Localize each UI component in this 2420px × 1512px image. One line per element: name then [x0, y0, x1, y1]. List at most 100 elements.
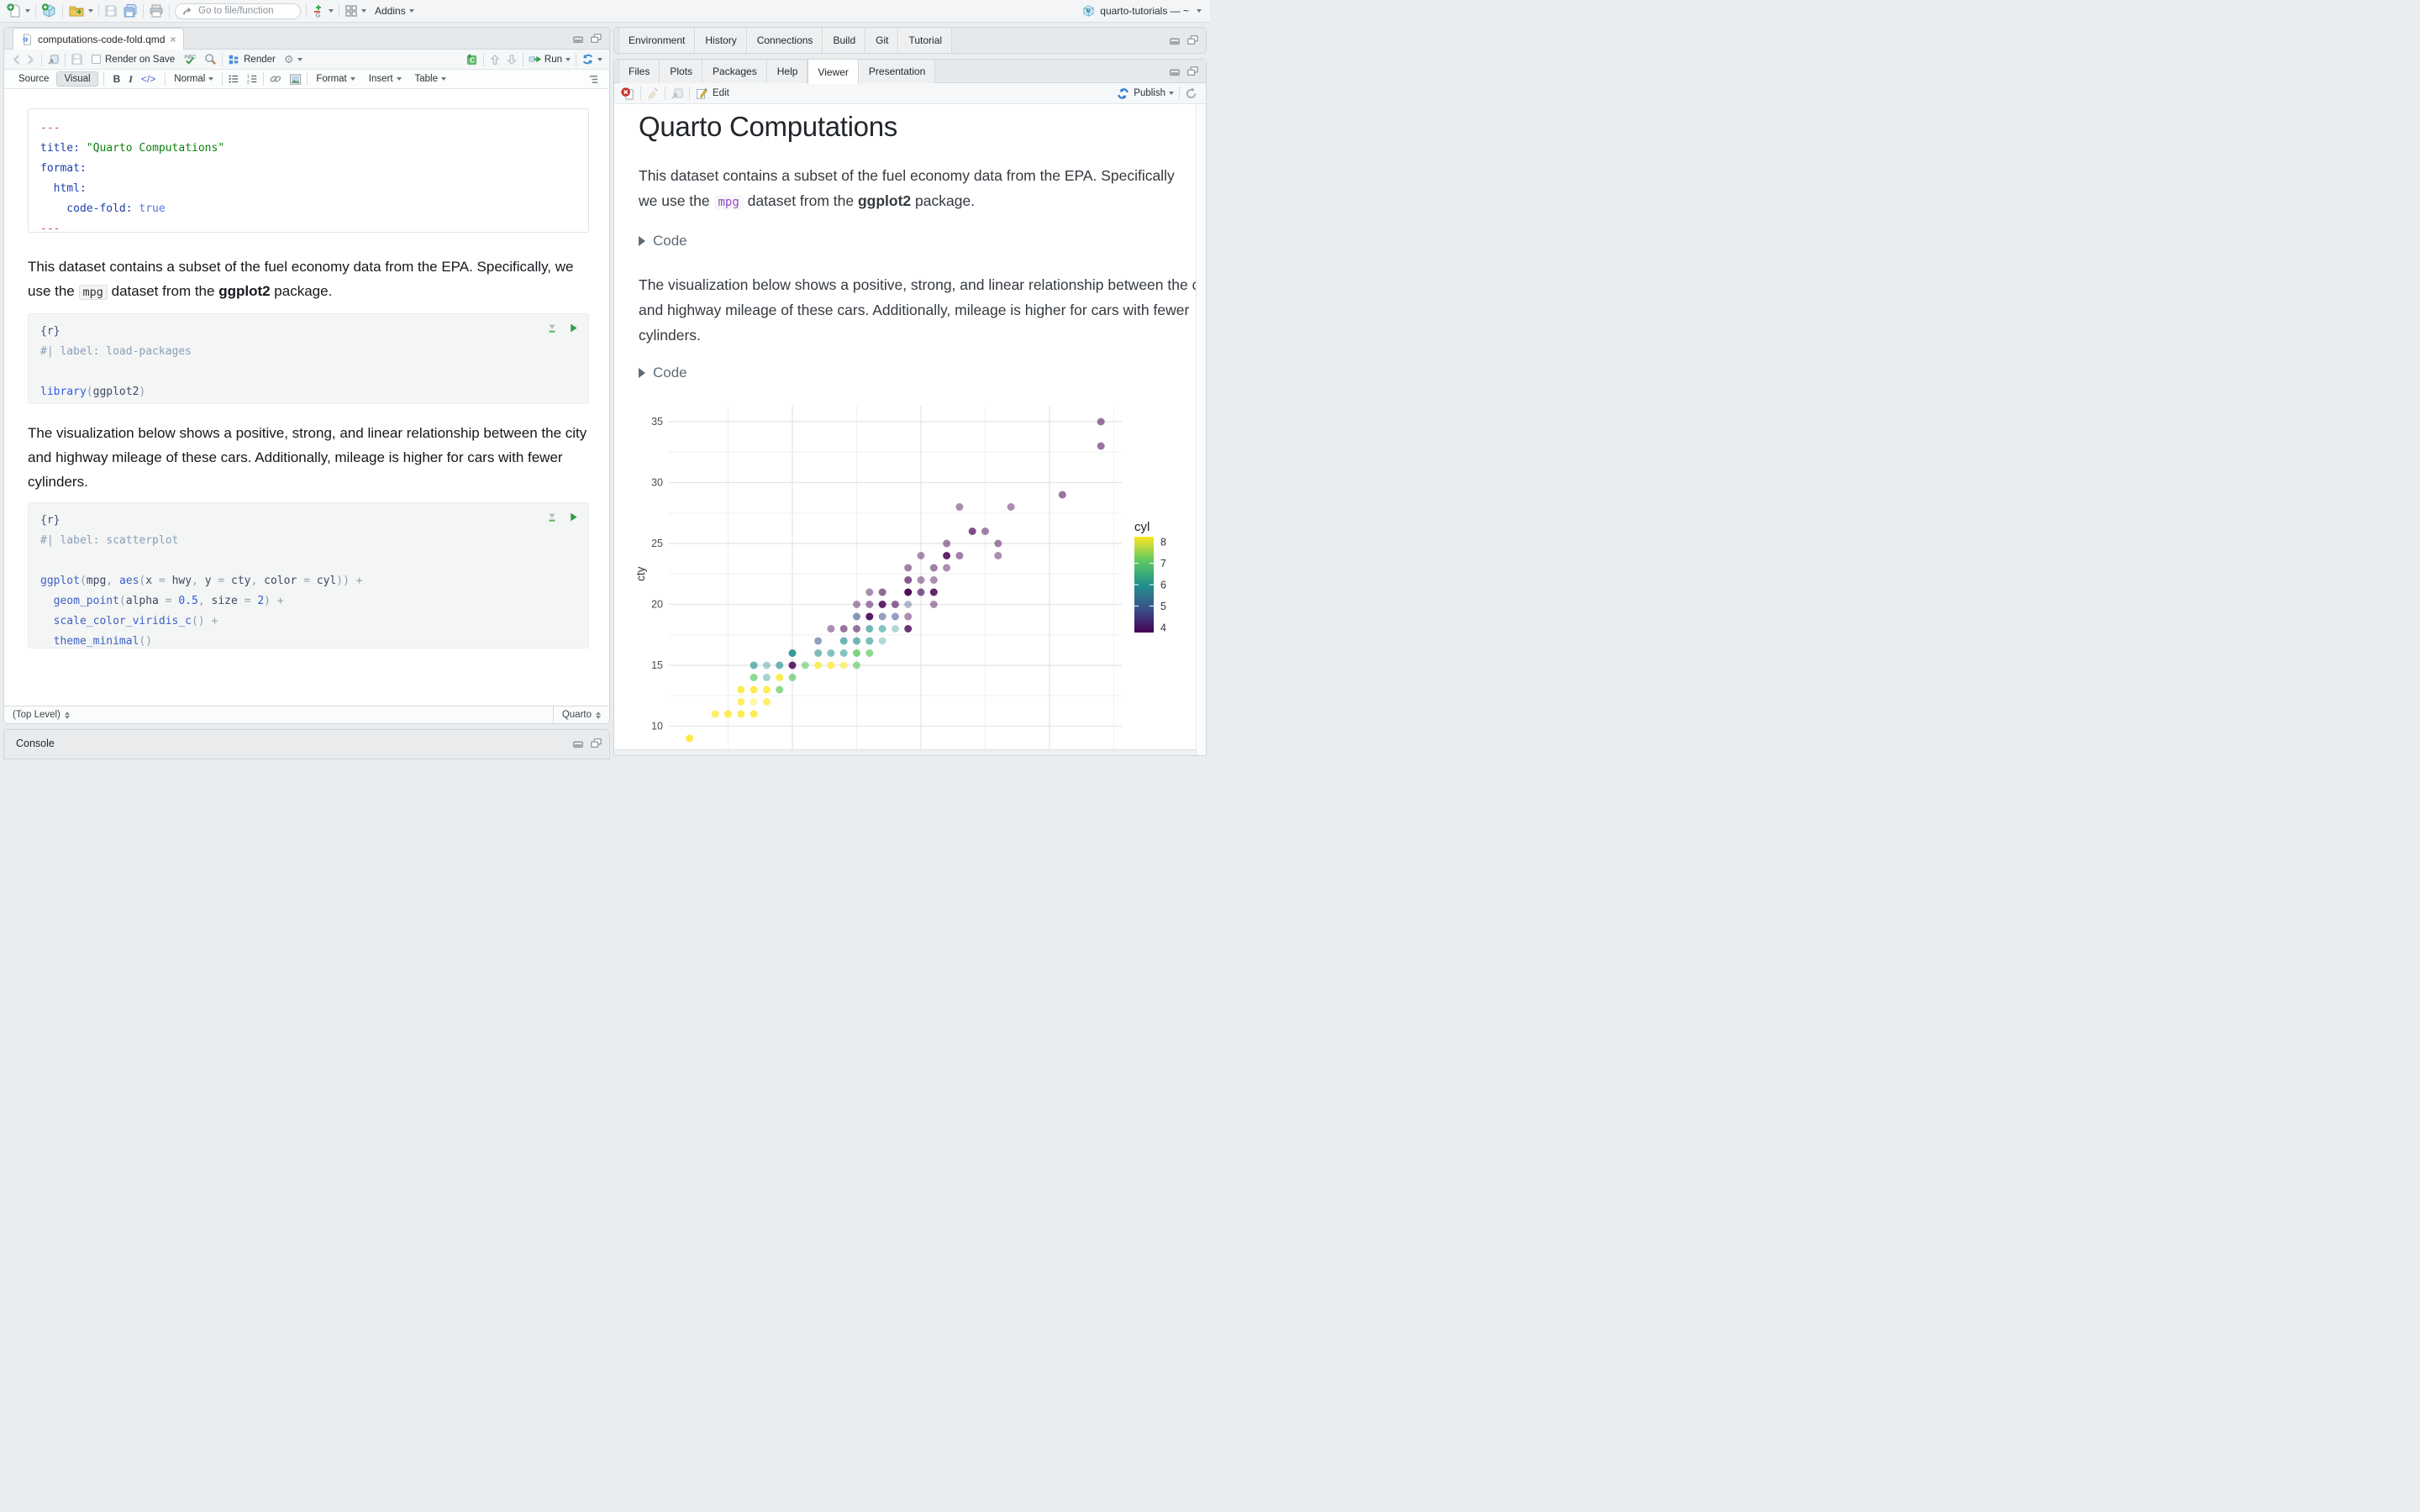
scope-selector[interactable]: (Top Level) [4, 710, 553, 720]
render-on-save-checkbox[interactable]: Render on Save [92, 55, 175, 65]
forward-icon[interactable] [24, 54, 36, 66]
spellcheck-icon[interactable] [183, 53, 197, 66]
code-chunk-load-packages[interactable]: {r} #| label: load-packages library(ggplo… [28, 313, 589, 404]
legend-title: cyl [1134, 520, 1150, 534]
render-settings-button[interactable]: ⚙ [284, 53, 302, 66]
minimize-pane-icon[interactable] [572, 738, 584, 749]
code-chunk-scatterplot[interactable]: {r} #| label: scatterplot ggplot(mpg, aes… [28, 502, 589, 648]
outline-toggle-icon[interactable] [587, 73, 599, 86]
maximize-pane-icon[interactable] [590, 33, 602, 45]
publish-button[interactable]: Publish [1117, 87, 1174, 100]
tab-files[interactable]: Files [618, 60, 660, 83]
open-recent-caret-icon[interactable] [88, 9, 93, 13]
print-button[interactable] [149, 3, 164, 18]
viewer-scrollbar[interactable] [1196, 104, 1206, 755]
save-button[interactable] [104, 4, 118, 18]
editor-paragraph-2[interactable]: The visualization below shows a positive… [28, 421, 609, 494]
run-chunk-icon[interactable] [568, 323, 579, 333]
viewer-bottom-scroll-strip[interactable] [614, 749, 1196, 755]
maximize-pane-icon[interactable] [590, 738, 602, 749]
bullet-list-icon[interactable] [228, 73, 239, 85]
insert-chunk-icon[interactable] [466, 53, 478, 66]
paragraph-style-dropdown[interactable]: Normal [171, 74, 217, 84]
refresh-icon[interactable] [1185, 87, 1197, 100]
clear-broom-icon[interactable] [646, 87, 660, 100]
code-fold-toggle-1[interactable]: Code [639, 233, 687, 249]
new-file-caret-icon[interactable] [25, 9, 30, 13]
run-button[interactable]: Run [529, 53, 571, 66]
tab-history[interactable]: History [695, 28, 747, 53]
addins-button[interactable]: Addins [375, 5, 414, 17]
edit-button[interactable]: Edit [695, 87, 729, 100]
code-fold-toggle-2[interactable]: Code [639, 365, 687, 381]
tab-close-icon[interactable]: × [170, 34, 176, 45]
workspace-panes-button[interactable] [345, 4, 366, 18]
run-chunks-above-icon[interactable] [546, 512, 558, 523]
tab-viewer[interactable]: Viewer [808, 60, 859, 84]
yaml-front-matter-block[interactable]: --- title: "Quarto Computations" format: h… [28, 108, 589, 235]
version-control-caret-icon[interactable] [329, 9, 334, 13]
minimize-pane-icon[interactable] [1169, 66, 1181, 77]
goto-file-input[interactable]: Go to file/function [175, 3, 301, 19]
link-icon[interactable] [269, 73, 282, 85]
maximize-pane-icon[interactable] [1186, 34, 1198, 46]
code-format-button[interactable]: </> [137, 73, 160, 85]
checkbox-icon[interactable] [92, 55, 101, 64]
find-replace-icon[interactable] [204, 53, 217, 66]
back-icon[interactable] [11, 54, 23, 66]
source-caret-icon[interactable] [597, 57, 602, 61]
open-file-button[interactable] [68, 3, 93, 18]
minimize-pane-icon[interactable] [1169, 34, 1181, 46]
tab-plots[interactable]: Plots [660, 60, 703, 83]
tab-connections[interactable]: Connections [746, 28, 823, 53]
save-document-icon[interactable] [71, 53, 83, 66]
main-toolbar: Go to file/function Addins quarto-tutori… [0, 0, 1210, 23]
minimize-pane-icon[interactable] [572, 33, 584, 45]
source-document-button[interactable] [581, 53, 602, 66]
go-prev-section-icon[interactable] [489, 54, 501, 66]
insert-menu[interactable]: Insert [366, 74, 405, 84]
viewer-rendered-document[interactable]: Quarto Computations This dataset contain… [614, 104, 1206, 755]
editor-tab-active[interactable]: computations-code-fold.qmd × [13, 28, 185, 50]
tab-git[interactable]: Git [865, 28, 899, 53]
editor-document-body[interactable]: --- title: "Quarto Computations" format: h… [4, 89, 609, 706]
visual-mode-button[interactable]: Visual [56, 71, 98, 87]
maximize-pane-icon[interactable] [1186, 66, 1198, 77]
run-chunk-icon[interactable] [568, 512, 579, 522]
format-menu[interactable]: Format [313, 74, 358, 84]
new-project-button[interactable] [41, 3, 57, 19]
bold-button[interactable]: B [109, 73, 125, 85]
open-in-new-window-icon[interactable] [47, 53, 60, 66]
scatterplot: 10 15 20 25 30 35 cty cyl 8 7 6 5 4 [634, 406, 1166, 749]
data-point [994, 539, 1002, 548]
tab-tutorial[interactable]: Tutorial [898, 28, 953, 53]
code-line: scale_color_viridis_c() + [40, 615, 218, 627]
tab-environment[interactable]: Environment [618, 28, 696, 53]
new-file-button[interactable] [7, 3, 30, 18]
save-all-button[interactable] [123, 3, 138, 18]
source-mode-button[interactable]: Source [11, 71, 56, 87]
go-next-section-icon[interactable] [506, 54, 518, 66]
run-chunks-above-icon[interactable] [546, 323, 558, 334]
data-point [955, 552, 964, 559]
numbered-list-icon[interactable] [246, 73, 258, 85]
tab-build[interactable]: Build [823, 28, 866, 53]
stop-icon[interactable] [621, 87, 635, 101]
italic-button[interactable]: I [124, 73, 137, 86]
editor-paragraph-1[interactable]: This dataset contains a subset of the fu… [28, 255, 587, 305]
open-in-new-window-icon[interactable] [671, 87, 684, 100]
document-mode-selector[interactable]: Quarto [552, 706, 609, 723]
version-control-button[interactable] [312, 4, 334, 18]
tab-help[interactable]: Help [766, 60, 808, 83]
insert-image-icon[interactable] [289, 73, 302, 86]
project-menu-button[interactable]: quarto-tutorials — ~ [1081, 0, 1202, 22]
legend-tick-label: 7 [1160, 558, 1166, 570]
publish-caret-icon[interactable] [1169, 92, 1174, 95]
tab-packages[interactable]: Packages [702, 60, 767, 83]
table-menu[interactable]: Table [412, 74, 450, 84]
run-caret-icon[interactable] [566, 57, 571, 61]
panes-caret-icon[interactable] [361, 9, 366, 13]
console-pane[interactable]: Console [3, 729, 610, 759]
render-button[interactable]: Render [228, 54, 276, 66]
tab-presentation[interactable]: Presentation [858, 60, 936, 83]
